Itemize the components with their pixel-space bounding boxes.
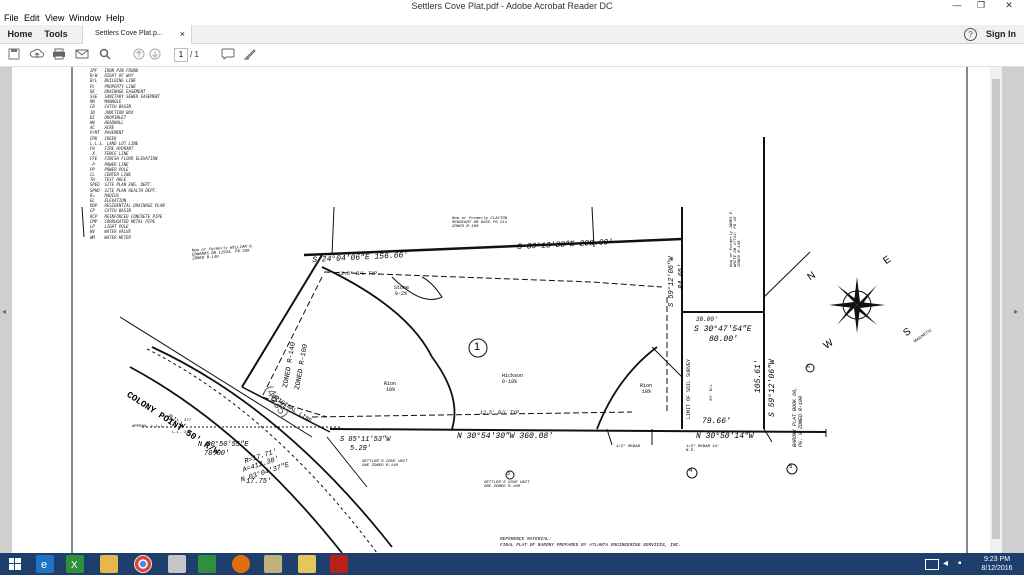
adjacent-owner-top: Now or Formerly CLAYTON MCKNIGHT DB 9015… bbox=[452, 217, 508, 229]
tab-tools[interactable]: Tools bbox=[40, 25, 72, 43]
svg-text:X: X bbox=[71, 560, 78, 571]
network-icon[interactable]: ▪ bbox=[958, 558, 962, 569]
tab-document-label: Settlers Cove Plat.p... bbox=[95, 30, 163, 37]
circle-5-label: 5 bbox=[789, 464, 793, 470]
minimize-button[interactable]: — bbox=[946, 0, 968, 12]
menu-edit[interactable]: Edit bbox=[24, 13, 40, 23]
keyboard-icon[interactable] bbox=[925, 559, 939, 570]
bearing-bottom: N 30°54'30"W 360.08' bbox=[457, 432, 554, 441]
sign-pen-icon[interactable] bbox=[243, 48, 257, 62]
system-clock[interactable]: 9:23 PM 8/12/2016 bbox=[975, 555, 1019, 573]
soil-right-pct: 10% bbox=[642, 389, 652, 395]
chord-length: 17.75' bbox=[246, 478, 272, 486]
excel-icon-2[interactable] bbox=[198, 555, 216, 573]
close-button[interactable]: ✕ bbox=[994, 0, 1024, 12]
distance-right-bottom: 79.66' bbox=[702, 417, 731, 426]
circle-3-label: 3 bbox=[507, 471, 510, 477]
legend-entry: WM WATER METER bbox=[90, 234, 131, 240]
right-panel-toggle-icon[interactable]: ▸ bbox=[1014, 307, 1018, 316]
volume-icon[interactable]: ◂ bbox=[943, 558, 948, 569]
bearing-right: S 59°12'06"W bbox=[668, 256, 676, 307]
circle-4-label: 4 bbox=[689, 468, 693, 474]
distance-left: 5.29' bbox=[350, 445, 372, 453]
tab-close-icon[interactable]: × bbox=[180, 25, 185, 43]
previous-page-icon[interactable] bbox=[132, 48, 146, 62]
maximize-button[interactable]: ❐ bbox=[970, 0, 992, 12]
pdf-page: IPF IRON PIN FOUND R/W RIGHT OF WAY B/L BU… bbox=[12, 67, 990, 553]
lot-number: 1 bbox=[474, 341, 481, 353]
menu-window[interactable]: Window bbox=[69, 13, 101, 23]
upload-cloud-icon[interactable] bbox=[29, 48, 44, 62]
reference-title: REFERENCE MATERIAL: bbox=[500, 537, 552, 542]
soil-stone-pct: 0-2% bbox=[395, 291, 408, 297]
abbreviation-legend: IPF IRON PIN FOUND R/W RIGHT OF WAY B/L BU… bbox=[90, 68, 250, 240]
distance-far-right: 105.61' bbox=[754, 359, 763, 393]
rebar-label-2: 1/2" REBAR 24' N.E. bbox=[686, 445, 720, 453]
land-lot-2: L.L. 278 bbox=[172, 431, 192, 435]
approx-lll: APPROX. L.L.L. bbox=[132, 425, 166, 429]
toolbar: 1 / 1 bbox=[0, 44, 1024, 67]
svg-text:e: e bbox=[41, 559, 47, 571]
taskbar: e X ◂ ▪ 9:23 PM 8/12/2016 bbox=[0, 553, 1024, 575]
adjacent-owner-right: Now or Formerly JAMES E. WHITE DB 17712,… bbox=[730, 209, 742, 267]
bearing-right-bottom: N 30°50'14"W bbox=[696, 432, 754, 441]
distance-small: 80.00' bbox=[709, 335, 738, 344]
email-icon[interactable] bbox=[75, 48, 89, 62]
next-page-icon[interactable] bbox=[148, 48, 162, 62]
scrollbar-thumb[interactable] bbox=[992, 79, 1000, 539]
clock-time: 9:23 PM bbox=[983, 556, 1011, 563]
save-icon[interactable] bbox=[7, 48, 21, 62]
chrome-icon[interactable] bbox=[134, 555, 152, 573]
setback-front: 12.5' B/L TYP. bbox=[338, 271, 381, 277]
windows-start-icon[interactable] bbox=[6, 555, 24, 573]
menu-help[interactable]: Help bbox=[106, 13, 125, 23]
folder-icon[interactable] bbox=[298, 555, 316, 573]
limit-soil-label: LIMIT OF SOIL SURVEY bbox=[686, 358, 692, 419]
north-arrow-icon bbox=[829, 277, 885, 333]
sign-in-button[interactable]: Sign In bbox=[986, 25, 1016, 43]
window-title: Settlers Cove Plat.pdf - Adobe Acrobat R… bbox=[411, 1, 613, 11]
page-total: / 1 bbox=[190, 50, 199, 59]
bearing-left: S 85°11'53"W bbox=[340, 436, 391, 444]
search-icon[interactable] bbox=[98, 48, 112, 62]
left-panel-toggle-icon[interactable]: ◂ bbox=[2, 307, 6, 316]
acrobat-icon[interactable] bbox=[330, 555, 348, 573]
adjacent-barony: BARONY PLAT BOOK 60, PG. 9 ZONED R-100 bbox=[792, 386, 804, 447]
bl-right: 20' B/L bbox=[710, 384, 714, 401]
clock-date: 8/12/2016 bbox=[981, 565, 1013, 572]
setback-rear: 12.5' B/L TYP. bbox=[480, 410, 523, 416]
bearing-far-right: S 59°12'06"W bbox=[768, 359, 777, 417]
circle-6-label: 6 bbox=[807, 364, 810, 370]
tab-document[interactable]: Settlers Cove Plat.p... × bbox=[82, 25, 192, 44]
app-icon[interactable] bbox=[168, 555, 186, 573]
distance-30: 30.00' bbox=[696, 316, 718, 323]
excel-icon[interactable]: X bbox=[66, 555, 84, 573]
vertical-scrollbar[interactable] bbox=[990, 67, 1002, 553]
rebar-label-1: 1/2" REBAR bbox=[616, 445, 641, 449]
settlers-cove-unit1: SETTLER'S COVE UNIT ONE ZONED R-140 bbox=[362, 460, 408, 468]
page-number-input[interactable]: 1 bbox=[174, 48, 188, 62]
land-lot-1: L.L. 277 bbox=[172, 419, 192, 423]
menu-bar: File Edit View Window Help bbox=[0, 12, 1024, 25]
reference-text: FINAL PLAT OF BARONY PREPARED BY ATLANTA… bbox=[500, 543, 681, 548]
internet-explorer-icon[interactable]: e bbox=[36, 555, 54, 573]
firefox-icon[interactable] bbox=[232, 555, 250, 573]
print-icon[interactable] bbox=[52, 48, 66, 62]
soil-mid-pct: 0-10% bbox=[502, 379, 518, 385]
comment-icon[interactable] bbox=[221, 48, 235, 62]
soil-left-pct: 10% bbox=[386, 387, 396, 393]
help-icon[interactable]: ? bbox=[964, 28, 977, 41]
tab-home[interactable]: Home bbox=[0, 25, 40, 43]
document-viewport[interactable]: IPF IRON PIN FOUND R/W RIGHT OF WAY B/L BU… bbox=[0, 67, 1024, 553]
title-bar: Settlers Cove Plat.pdf - Adobe Acrobat R… bbox=[0, 0, 1024, 12]
settlers-cove-unit1-b: SETTLER'S COVE UNIT ONE ZONED R-100 bbox=[484, 481, 530, 489]
menu-view[interactable]: View bbox=[45, 13, 64, 23]
distance-right: 84.65' bbox=[678, 263, 686, 289]
tab-row: Home Tools Settlers Cove Plat.p... × ? S… bbox=[0, 25, 1024, 44]
paint-icon[interactable] bbox=[264, 555, 282, 573]
bearing-small: S 30°47'54"E bbox=[694, 325, 752, 334]
menu-file[interactable]: File bbox=[4, 13, 19, 23]
file-explorer-icon[interactable] bbox=[100, 555, 118, 573]
